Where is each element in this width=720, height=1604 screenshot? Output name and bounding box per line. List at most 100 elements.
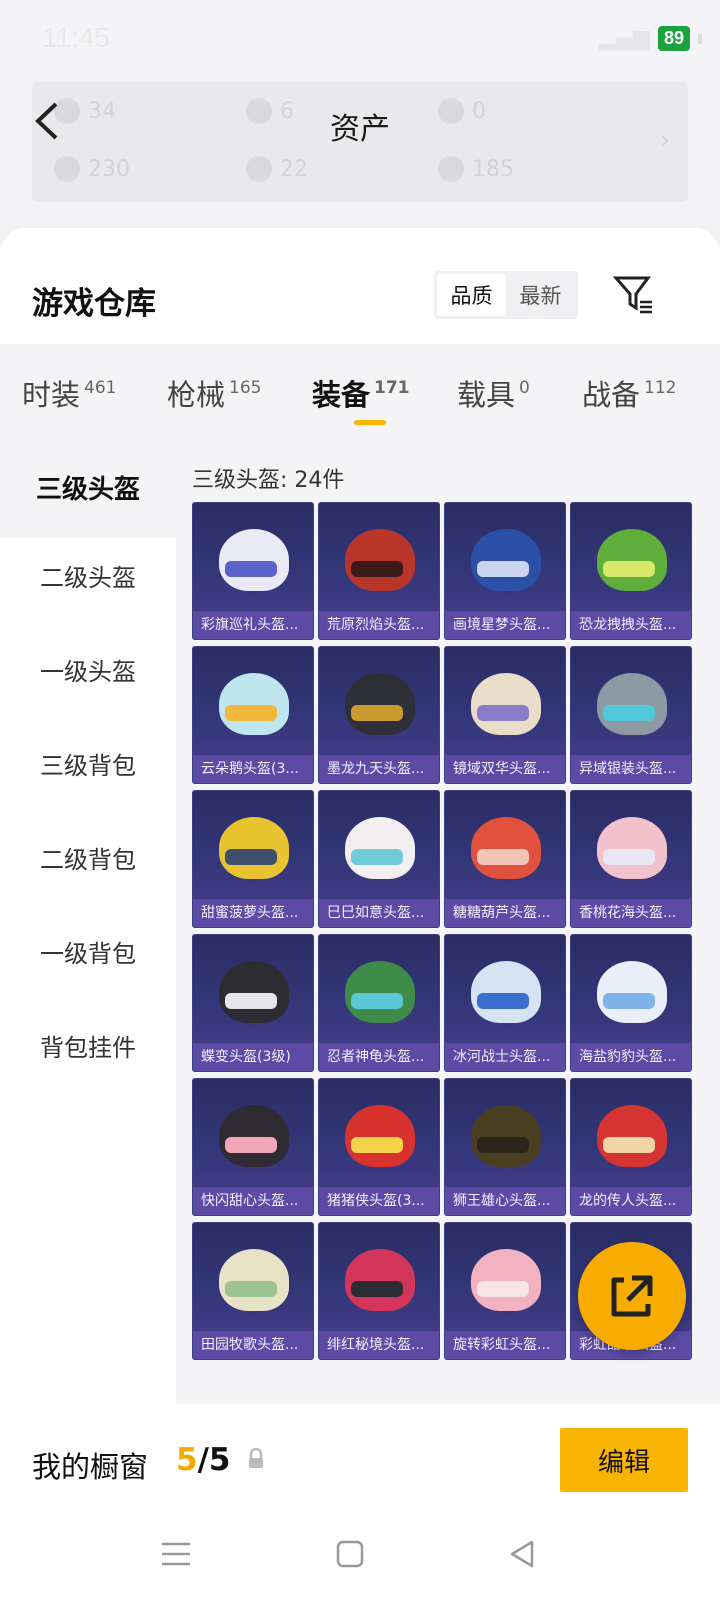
sidebar-item-level2-backpack[interactable]: 二级背包 bbox=[0, 838, 176, 882]
helmet-icon bbox=[471, 817, 541, 879]
helmet-icon bbox=[471, 673, 541, 735]
menu-icon[interactable] bbox=[156, 1534, 196, 1574]
helmet-visor bbox=[225, 849, 277, 865]
item-card[interactable]: 镜域双华头盔... bbox=[444, 646, 566, 784]
showcase-label: 我的橱窗 bbox=[32, 1450, 149, 1484]
edit-button[interactable]: 编辑 bbox=[560, 1428, 688, 1492]
sidebar-item-level1-backpack[interactable]: 一级背包 bbox=[0, 932, 176, 976]
item-card[interactable]: 香桃花海头盔... bbox=[570, 790, 692, 928]
tab-label: 载具 bbox=[457, 378, 516, 412]
asset-item: 22 bbox=[246, 156, 308, 182]
tab-label: 战备 bbox=[582, 378, 641, 412]
helmet-icon bbox=[219, 673, 289, 735]
item-name: 画境星梦头盔... bbox=[445, 611, 565, 639]
sidebar-item-level1-helmet[interactable]: 一级头盔 bbox=[0, 650, 176, 694]
item-card[interactable]: 绯红秘境头盔... bbox=[318, 1222, 440, 1360]
sidebar: 三级头盔 二级头盔 一级头盔 三级背包 二级背包 一级背包 背包挂件 bbox=[0, 442, 176, 1404]
item-card[interactable]: 快闪甜心头盔... bbox=[192, 1078, 314, 1216]
item-card[interactable]: 田园牧歌头盔... bbox=[192, 1222, 314, 1360]
sort-option-latest[interactable]: 最新 bbox=[506, 274, 575, 316]
item-name: 墨龙九天头盔... bbox=[319, 755, 439, 783]
sidebar-item-level3-backpack[interactable]: 三级背包 bbox=[0, 744, 176, 788]
helmet-visor bbox=[603, 561, 655, 577]
item-card[interactable]: 恐龙拽拽头盔... bbox=[570, 502, 692, 640]
back-icon[interactable] bbox=[502, 1534, 542, 1574]
helmet-icon bbox=[471, 529, 541, 591]
item-card[interactable]: 甜蜜菠萝头盔... bbox=[192, 790, 314, 928]
item-name: 狮王雄心头盔... bbox=[445, 1187, 565, 1215]
helmet-icon bbox=[345, 529, 415, 591]
showcase-total: /5 bbox=[197, 1442, 231, 1478]
category-tabs: 时装 461 枪械 165 装备 171 载具 0 战备 112 bbox=[0, 344, 720, 442]
item-card[interactable]: 画境星梦头盔... bbox=[444, 502, 566, 640]
tab-supplies[interactable]: 战备 112 bbox=[582, 372, 676, 414]
helmet-visor bbox=[351, 1137, 403, 1153]
tab-vehicles[interactable]: 载具 0 bbox=[457, 372, 530, 414]
asset-value: 230 bbox=[88, 156, 130, 182]
item-name: 快闪甜心头盔... bbox=[193, 1187, 313, 1215]
helmet-visor bbox=[225, 993, 277, 1009]
item-card[interactable]: 荒原烈焰头盔... bbox=[318, 502, 440, 640]
status-bar: 11:45 ▂▄▆ 89 bbox=[0, 0, 720, 80]
item-card[interactable]: 彩旗巡礼头盔... bbox=[192, 502, 314, 640]
coin-icon bbox=[246, 156, 272, 182]
tab-weapons[interactable]: 枪械 165 bbox=[167, 372, 261, 414]
sort-toggle: 品质 最新 bbox=[434, 271, 578, 319]
sidebar-item-backpack-pendant[interactable]: 背包挂件 bbox=[0, 1026, 176, 1070]
item-card[interactable]: 墨龙九天头盔... bbox=[318, 646, 440, 784]
item-card[interactable]: 海盐豹豹头盔... bbox=[570, 934, 692, 1072]
tab-count: 171 bbox=[374, 378, 410, 398]
helmet-visor bbox=[477, 849, 529, 865]
item-card[interactable]: 云朵鹅头盔(3... bbox=[192, 646, 314, 784]
item-card[interactable]: 异域银装头盔... bbox=[570, 646, 692, 784]
sidebar-item-level2-helmet[interactable]: 二级头盔 bbox=[0, 556, 176, 600]
item-card[interactable]: 龙的传人头盔... bbox=[570, 1078, 692, 1216]
helmet-icon bbox=[471, 1105, 541, 1167]
asset-value: 185 bbox=[472, 156, 514, 182]
helmet-icon bbox=[471, 1249, 541, 1311]
asset-item: 185 bbox=[438, 156, 514, 182]
item-name: 冰河战士头盔... bbox=[445, 1043, 565, 1071]
battery-icon bbox=[698, 33, 702, 44]
filter-icon[interactable] bbox=[612, 272, 656, 316]
system-nav-bar bbox=[0, 1504, 720, 1604]
item-card[interactable]: 巳巳如意头盔... bbox=[318, 790, 440, 928]
item-card[interactable]: 糖糖葫芦头盔... bbox=[444, 790, 566, 928]
item-name: 香桃花海头盔... bbox=[571, 899, 691, 927]
helmet-icon bbox=[597, 1105, 667, 1167]
coin-icon bbox=[438, 156, 464, 182]
share-fab-button[interactable] bbox=[578, 1242, 686, 1350]
item-card[interactable]: 猪猪侠头盔(3... bbox=[318, 1078, 440, 1216]
warehouse-sheet: 游戏仓库 品质 最新 时装 461 枪械 165 装备 171 载具 0 战备 112 三… bbox=[0, 228, 720, 1604]
status-time: 11:45 bbox=[42, 22, 110, 53]
helmet-icon bbox=[597, 673, 667, 735]
status-icons: ▂▄▆ 89 bbox=[599, 26, 702, 51]
helmet-visor bbox=[351, 1281, 403, 1297]
item-card[interactable]: 旋转彩虹头盔... bbox=[444, 1222, 566, 1360]
helmet-icon bbox=[219, 1249, 289, 1311]
item-card[interactable]: 蝶变头盔(3级) bbox=[192, 934, 314, 1072]
helmet-icon bbox=[345, 1105, 415, 1167]
active-tab-indicator bbox=[354, 420, 386, 425]
tab-equipment[interactable]: 装备 171 bbox=[312, 372, 410, 414]
helmet-visor bbox=[225, 1137, 277, 1153]
helmet-icon bbox=[597, 961, 667, 1023]
helmet-icon bbox=[597, 817, 667, 879]
item-name: 旋转彩虹头盔... bbox=[445, 1331, 565, 1359]
item-name: 云朵鹅头盔(3... bbox=[193, 755, 313, 783]
helmet-icon bbox=[597, 529, 667, 591]
helmet-icon bbox=[219, 961, 289, 1023]
sort-option-quality[interactable]: 品质 bbox=[437, 274, 506, 316]
helmet-visor bbox=[225, 1281, 277, 1297]
item-card[interactable]: 狮王雄心头盔... bbox=[444, 1078, 566, 1216]
tab-count: 165 bbox=[229, 378, 262, 398]
tab-fashion[interactable]: 时装 461 bbox=[22, 372, 116, 414]
item-name: 猪猪侠头盔(3... bbox=[319, 1187, 439, 1215]
item-card[interactable]: 忍者神龟头盔... bbox=[318, 934, 440, 1072]
helmet-visor bbox=[603, 1137, 655, 1153]
home-icon[interactable] bbox=[330, 1534, 370, 1574]
item-card[interactable]: 冰河战士头盔... bbox=[444, 934, 566, 1072]
showcase-current: 5 bbox=[176, 1442, 198, 1478]
item-name: 绯红秘境头盔... bbox=[319, 1331, 439, 1359]
sidebar-item-level3-helmet[interactable]: 三级头盔 bbox=[0, 442, 176, 538]
